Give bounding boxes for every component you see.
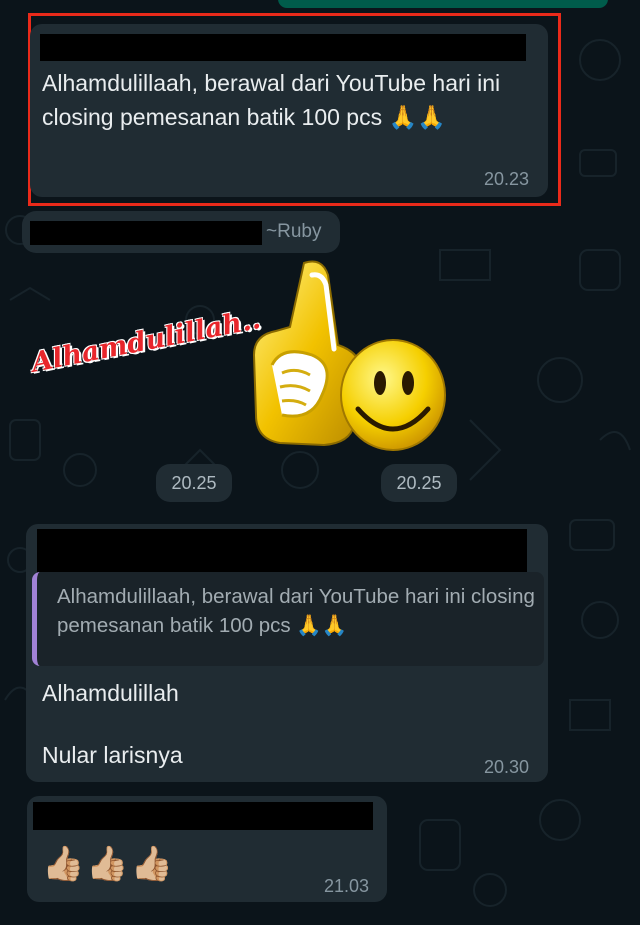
quoted-text: Alhamdulillaah, berawal dari YouTube har… <box>57 585 535 637</box>
message-time: 20.30 <box>484 757 530 777</box>
message-bubble-batik[interactable]: Alhamdulillaah, berawal dari YouTube har… <box>30 24 548 197</box>
redacted-sender-name <box>40 34 526 61</box>
redacted-sender-name <box>33 802 373 830</box>
thumbs-up-message-bubble[interactable]: 👍🏼👍🏼👍🏼 21.03 <box>27 796 387 902</box>
sticker-time-pill: 20.25 <box>381 464 457 502</box>
smiley-face-sticker-icon <box>340 339 446 451</box>
previous-outgoing-bubble <box>278 0 608 8</box>
redacted-phone-number <box>30 221 262 245</box>
reply-line-2: Nular larisnya <box>42 742 183 768</box>
reply-line-1: Alhamdulillah <box>42 680 179 706</box>
redacted-sender-name <box>37 529 527 573</box>
message-time: 21.03 <box>324 876 370 896</box>
reply-message-bubble[interactable]: Alhamdulillaah, berawal dari YouTube har… <box>26 524 548 782</box>
quoted-message[interactable]: Alhamdulillaah, berawal dari YouTube har… <box>32 572 544 666</box>
sender-name: ~Ruby <box>266 221 322 242</box>
thumbs-up-emojis: 👍🏼👍🏼👍🏼 <box>42 845 176 883</box>
message-time: 20.23 <box>484 169 530 189</box>
message-text: Alhamdulillaah, berawal dari YouTube har… <box>42 70 501 130</box>
sticker-sender-label[interactable]: ~Ruby <box>22 211 340 253</box>
sticker-time-pill: 20.25 <box>156 464 232 502</box>
